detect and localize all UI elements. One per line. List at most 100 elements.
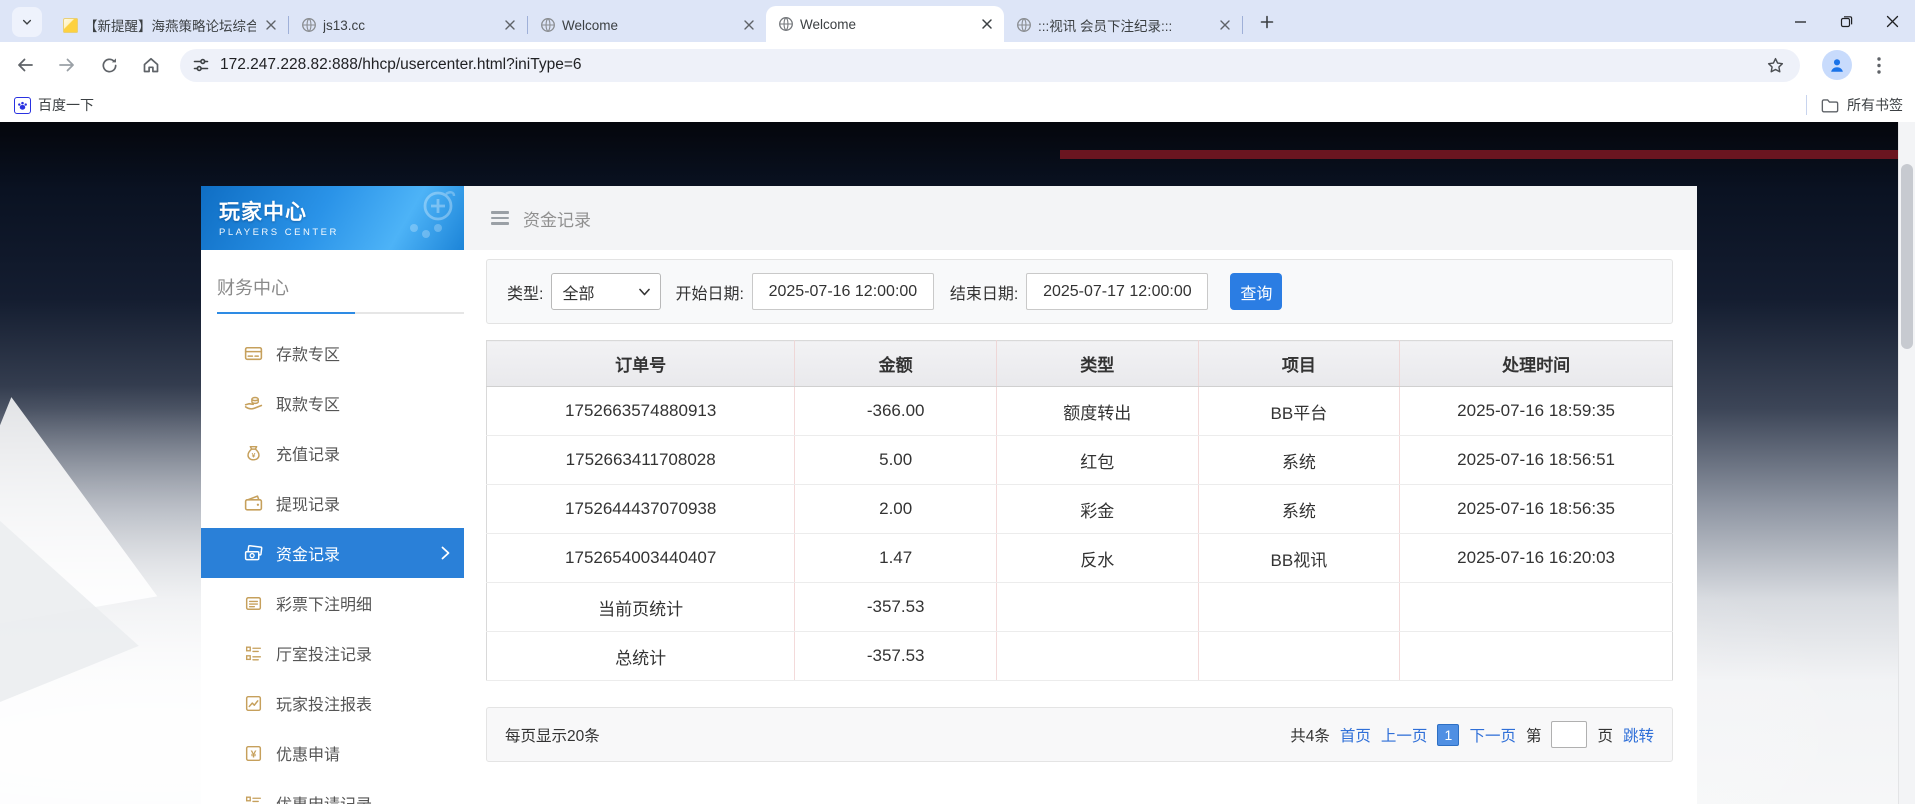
- page-suffix-text: 页: [1597, 724, 1613, 746]
- col-header-type: 类型: [996, 341, 1198, 387]
- jump-link[interactable]: 跳转: [1623, 724, 1654, 746]
- hand-coins-icon: [242, 392, 264, 414]
- sidebar-item-promo-apply-record[interactable]: 优惠申请记录: [201, 778, 464, 804]
- filter-bar: 类型: 全部 开始日期: 结束日期: 查询: [486, 259, 1673, 324]
- cell-order-no: 1752644437070938: [487, 485, 795, 534]
- first-page-link[interactable]: 首页: [1340, 724, 1371, 746]
- folder-icon: [1821, 98, 1839, 113]
- start-date-label: 开始日期:: [675, 280, 743, 304]
- cell-label: 当前页统计: [487, 583, 795, 632]
- minimize-button[interactable]: [1777, 0, 1823, 42]
- next-page-link[interactable]: 下一页: [1469, 724, 1516, 746]
- player-center-app: 玩家中心 PLAYERS CENTER 财务中心 存款专区 取款专区: [201, 186, 1697, 804]
- tab-title: 【新提醒】海燕策略论坛综合交: [84, 15, 256, 35]
- tab-close-icon[interactable]: [501, 16, 519, 34]
- type-select[interactable]: 全部: [551, 273, 661, 310]
- col-header-order-no: 订单号: [487, 341, 795, 387]
- new-tab-button[interactable]: [1253, 8, 1281, 36]
- funds-record-table: 订单号 金额 类型 项目 处理时间 1752663574880913 -366.…: [486, 340, 1673, 681]
- site-info-icon[interactable]: [192, 56, 210, 74]
- tab-close-icon[interactable]: [978, 15, 996, 33]
- sidebar-item-funds-record[interactable]: 资金记录: [201, 528, 464, 578]
- cell-order-no: 1752654003440407: [487, 534, 795, 583]
- tab-title: js13.cc: [323, 18, 495, 33]
- cell-amount: 2.00: [795, 485, 997, 534]
- forward-button[interactable]: [50, 48, 84, 82]
- cell-type: 彩金: [996, 485, 1198, 534]
- sidebar-item-withdraw-zone[interactable]: 取款专区: [201, 378, 464, 428]
- start-date-input[interactable]: [752, 273, 934, 310]
- tab-js13[interactable]: js13.cc: [289, 8, 527, 42]
- cell-type: 反水: [996, 534, 1198, 583]
- list-icon: [242, 642, 264, 664]
- tab-forum[interactable]: 【新提醒】海燕策略论坛综合交: [50, 8, 288, 42]
- cell-empty: [1400, 632, 1673, 681]
- tab-divider: [1242, 16, 1243, 34]
- list-icon: [242, 792, 264, 804]
- banner-strip: [1060, 150, 1915, 159]
- coupon-icon: ¥: [242, 742, 264, 764]
- globe-favicon-icon: [301, 17, 317, 33]
- cell-project: 系统: [1198, 436, 1400, 485]
- sidebar-item-promo-apply[interactable]: ¥ 优惠申请: [201, 728, 464, 778]
- sidebar-item-withdraw-record[interactable]: 提现记录: [201, 478, 464, 528]
- window-controls: [1777, 0, 1915, 42]
- col-header-amount: 金额: [795, 341, 997, 387]
- hamburger-icon[interactable]: [491, 211, 509, 225]
- tab-welcome-active[interactable]: Welcome: [766, 6, 1004, 42]
- sidebar-item-player-bet-report[interactable]: 玩家投注报表: [201, 678, 464, 728]
- table-header-row: 订单号 金额 类型 项目 处理时间: [487, 341, 1673, 387]
- sidebar-item-label: 优惠申请: [276, 741, 340, 765]
- cell-amount: -357.53: [795, 583, 997, 632]
- wallet-icon: [242, 492, 264, 514]
- cell-type: 红包: [996, 436, 1198, 485]
- bookmark-baidu[interactable]: 百度一下: [14, 95, 94, 115]
- tab-close-icon[interactable]: [1216, 16, 1234, 34]
- tab-search-button[interactable]: [12, 7, 42, 37]
- current-page-badge[interactable]: 1: [1437, 724, 1459, 746]
- section-divider: [217, 312, 464, 314]
- profile-avatar[interactable]: [1822, 50, 1852, 80]
- end-date-input[interactable]: [1026, 273, 1208, 310]
- tab-close-icon[interactable]: [262, 16, 280, 34]
- chevron-down-icon: [21, 16, 33, 28]
- page-jump-input[interactable]: [1551, 721, 1587, 748]
- scrollbar-thumb[interactable]: [1901, 164, 1913, 349]
- pagination-bar: 每页显示20条 共4条 首页 上一页 1 下一页 第 页 跳转: [486, 707, 1673, 762]
- sidebar-item-hall-bet-record[interactable]: 厅室投注记录: [201, 628, 464, 678]
- address-bar[interactable]: 172.247.228.82:888/hhcp/usercenter.html?…: [180, 49, 1800, 82]
- page-viewport: 玩家中心 PLAYERS CENTER 财务中心 存款专区 取款专区: [0, 122, 1915, 804]
- money-bag-icon: ¥: [242, 442, 264, 464]
- sidebar-item-recharge-record[interactable]: ¥ 充值记录: [201, 428, 464, 478]
- search-button[interactable]: 查询: [1230, 273, 1282, 310]
- tab-betting-record[interactable]: :::视讯 会员下注纪录:::: [1004, 8, 1242, 42]
- globe-favicon-icon: [1016, 17, 1032, 33]
- all-bookmarks-button[interactable]: 所有书签: [1847, 95, 1903, 115]
- end-date-label: 结束日期:: [950, 280, 1018, 304]
- page-scrollbar[interactable]: [1898, 122, 1915, 804]
- sidebar-item-label: 资金记录: [276, 541, 340, 565]
- cell-time: 2025-07-16 16:20:03: [1400, 534, 1673, 583]
- restore-button[interactable]: [1823, 0, 1869, 42]
- reload-button[interactable]: [92, 48, 126, 82]
- deposit-card-icon: [242, 342, 264, 364]
- bookmark-star-icon[interactable]: [1762, 52, 1788, 78]
- back-button[interactable]: [8, 48, 42, 82]
- tab-close-icon[interactable]: [740, 16, 758, 34]
- close-window-button[interactable]: [1869, 0, 1915, 42]
- prev-page-link[interactable]: 上一页: [1381, 724, 1428, 746]
- cell-project: BB平台: [1198, 387, 1400, 436]
- url-text[interactable]: 172.247.228.82:888/hhcp/usercenter.html?…: [220, 56, 1762, 74]
- sidebar-item-lottery-bet-detail[interactable]: 彩票下注明细: [201, 578, 464, 628]
- col-header-project: 项目: [1198, 341, 1400, 387]
- cell-order-no: 1752663411708028: [487, 436, 795, 485]
- svg-text:¥: ¥: [251, 452, 255, 459]
- browser-menu-icon[interactable]: [1864, 50, 1894, 80]
- sidebar-item-deposit-zone[interactable]: 存款专区: [201, 328, 464, 378]
- tab-welcome-1[interactable]: Welcome: [528, 8, 766, 42]
- home-button[interactable]: [134, 48, 168, 82]
- cell-empty: [1400, 583, 1673, 632]
- page-prefix-text: 第: [1526, 724, 1542, 746]
- cell-project: BB视讯: [1198, 534, 1400, 583]
- main-header: 资金记录: [464, 186, 1697, 250]
